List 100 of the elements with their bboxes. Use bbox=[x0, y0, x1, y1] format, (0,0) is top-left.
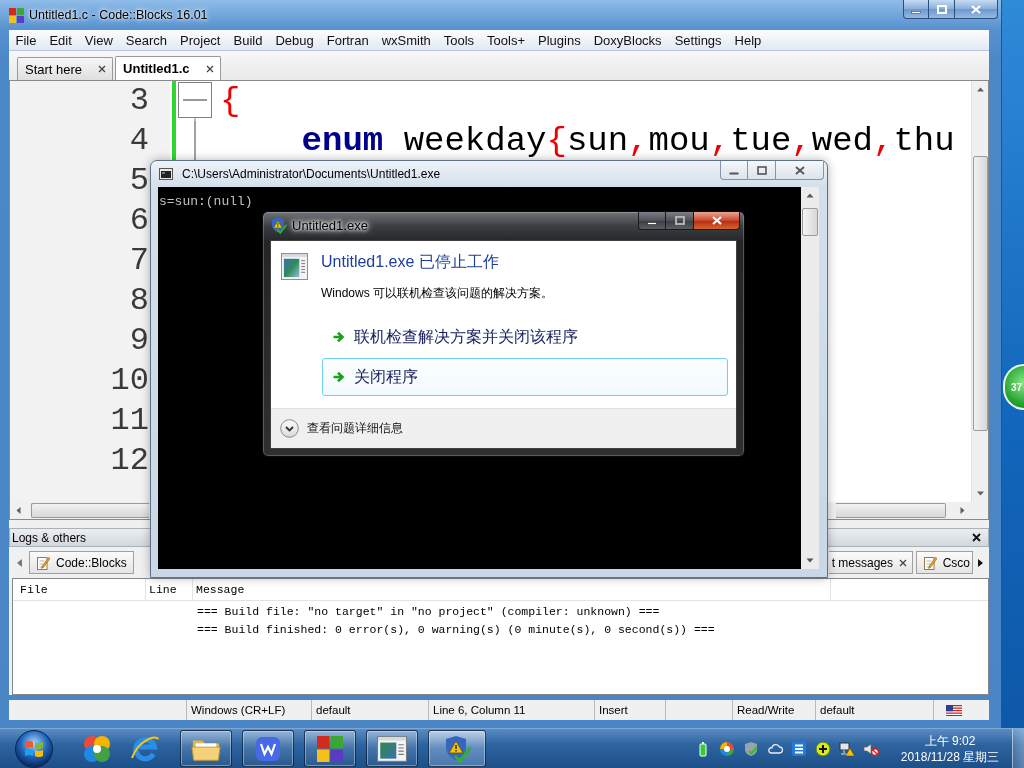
scrollbar-thumb[interactable] bbox=[31, 503, 149, 518]
left-arrow-icon[interactable] bbox=[15, 557, 23, 568]
maximize-button[interactable] bbox=[666, 212, 694, 230]
network-warning-icon[interactable] bbox=[839, 740, 855, 757]
menu-item[interactable]: File bbox=[9, 30, 43, 50]
clock-time[interactable]: 上午 9:02 bbox=[924, 732, 976, 749]
menu-item[interactable]: Build bbox=[227, 30, 269, 50]
start-orb-icon[interactable] bbox=[14, 728, 54, 768]
menu-item[interactable]: Fortran bbox=[320, 30, 376, 50]
shield-warning-icon bbox=[270, 217, 287, 234]
minimize-button[interactable] bbox=[638, 212, 666, 230]
window-title: Untitled1.c - Code::Blocks 16.01 bbox=[29, 8, 208, 22]
status-field: Read/Write bbox=[732, 700, 815, 720]
line-number: 7 bbox=[128, 241, 149, 281]
arrow-right-icon bbox=[332, 370, 346, 384]
maximize-icon bbox=[674, 216, 685, 225]
close-icon[interactable] bbox=[205, 64, 214, 73]
close-icon bbox=[971, 4, 981, 14]
shield-check-icon[interactable] bbox=[743, 740, 759, 757]
menu-item[interactable]: Tools+ bbox=[480, 30, 532, 50]
dialog-heading: Untitled1.exe 已停止工作 bbox=[321, 252, 500, 272]
list-app-icon[interactable] bbox=[791, 740, 807, 757]
status-field: Line 6, Column 11 bbox=[428, 700, 594, 720]
show-desktop-button[interactable] bbox=[1012, 729, 1024, 768]
details-button[interactable]: 查看问题详细信息 bbox=[280, 419, 403, 438]
fold-minus-icon[interactable] bbox=[177, 81, 213, 121]
column-header[interactable]: File bbox=[13, 579, 146, 600]
menu-item[interactable]: DoxyBlocks bbox=[587, 30, 669, 50]
line-number: 3 bbox=[128, 81, 149, 121]
command-link[interactable]: 关闭程序 bbox=[322, 358, 728, 396]
line-number: 12 bbox=[109, 441, 149, 481]
taskbar-button[interactable] bbox=[242, 730, 294, 767]
right-arrow-icon[interactable] bbox=[977, 557, 985, 568]
program-window-icon bbox=[281, 253, 308, 280]
console-window-icon bbox=[159, 168, 173, 180]
us-flag-icon[interactable] bbox=[946, 704, 962, 716]
menu-item[interactable]: Project bbox=[173, 30, 227, 50]
close-icon[interactable] bbox=[972, 533, 981, 542]
scrollbar-thumb[interactable] bbox=[802, 208, 818, 236]
vertical-scrollbar[interactable] bbox=[801, 187, 819, 569]
menu-item[interactable]: Help bbox=[728, 30, 768, 50]
minimize-icon bbox=[729, 171, 739, 175]
line-number: 4 bbox=[128, 121, 149, 161]
close-icon bbox=[794, 165, 805, 175]
close-button[interactable] bbox=[694, 212, 740, 230]
menu-item[interactable]: View bbox=[78, 30, 120, 50]
minimize-icon bbox=[647, 222, 657, 225]
console-output: s=sun:(null) bbox=[159, 195, 253, 209]
code-line: { bbox=[219, 81, 241, 121]
line-number: 6 bbox=[128, 201, 149, 241]
menu-item[interactable]: Debug bbox=[268, 30, 321, 50]
maximize-button[interactable] bbox=[929, 0, 955, 19]
log-message: === Build file: "no target" in "no project" (compiler: unknown) === bbox=[197, 604, 660, 620]
taskbar-button[interactable] bbox=[428, 730, 486, 767]
status-field: Windows (CR+LF) bbox=[186, 700, 311, 720]
menu-item[interactable]: wxSmith bbox=[375, 30, 438, 50]
line-number: 9 bbox=[128, 321, 149, 361]
log-tab[interactable]: Code::Blocks bbox=[29, 551, 134, 574]
window-icon bbox=[377, 734, 407, 763]
menu-item[interactable]: Plugins bbox=[531, 30, 588, 50]
plus-circle-icon[interactable] bbox=[815, 740, 831, 757]
chevron-down-icon bbox=[280, 419, 299, 438]
four-squares-icon bbox=[315, 734, 345, 763]
editor-tab[interactable]: Untitled1.c bbox=[115, 56, 221, 80]
clock-date[interactable]: 2018/11/28 星期三 bbox=[900, 748, 1000, 765]
four-squares-icon bbox=[9, 7, 24, 23]
close-button[interactable] bbox=[776, 161, 824, 180]
color-wheel-icon[interactable] bbox=[719, 740, 735, 757]
close-icon bbox=[711, 216, 722, 225]
minimize-button[interactable] bbox=[903, 0, 929, 19]
code-line: enum weekday{sun,mou,tue,wed,thu bbox=[300, 121, 955, 161]
taskbar-button[interactable] bbox=[366, 730, 418, 767]
close-button[interactable] bbox=[955, 0, 998, 19]
menu-item[interactable]: Tools bbox=[437, 30, 481, 50]
menu-item[interactable]: Edit bbox=[42, 30, 79, 50]
scrollbar-thumb[interactable] bbox=[836, 503, 946, 518]
line-number: 5 bbox=[128, 161, 149, 201]
dialog-message: Windows 可以联机检查该问题的解决方案。 bbox=[321, 285, 553, 301]
minimize-button[interactable] bbox=[720, 161, 748, 180]
editor-tab[interactable]: Start here bbox=[17, 57, 114, 80]
log-tab[interactable]: t messages bbox=[828, 551, 913, 574]
taskbar-button[interactable] bbox=[304, 730, 356, 767]
line-number: 10 bbox=[109, 361, 149, 401]
log-tab[interactable]: Csco bbox=[915, 551, 973, 574]
command-link[interactable]: 联机检查解决方案并关闭该程序 bbox=[322, 318, 728, 356]
close-icon[interactable] bbox=[899, 558, 907, 567]
scrollbar-thumb[interactable] bbox=[972, 156, 988, 431]
close-icon[interactable] bbox=[98, 65, 107, 73]
menu-item[interactable]: Search bbox=[119, 30, 174, 50]
column-header[interactable]: Line bbox=[146, 579, 193, 600]
column-header[interactable]: Message bbox=[193, 579, 831, 600]
w-logo-icon bbox=[253, 734, 283, 763]
vertical-scrollbar[interactable] bbox=[971, 81, 988, 502]
muted-speaker-icon[interactable] bbox=[863, 740, 879, 757]
taskbar-button[interactable] bbox=[180, 730, 232, 767]
maximize-button[interactable] bbox=[748, 161, 776, 180]
status-field: Insert bbox=[594, 700, 666, 720]
maximize-icon bbox=[756, 165, 767, 175]
panel-title: Logs & others bbox=[12, 530, 87, 545]
menu-item[interactable]: Settings bbox=[668, 30, 729, 50]
